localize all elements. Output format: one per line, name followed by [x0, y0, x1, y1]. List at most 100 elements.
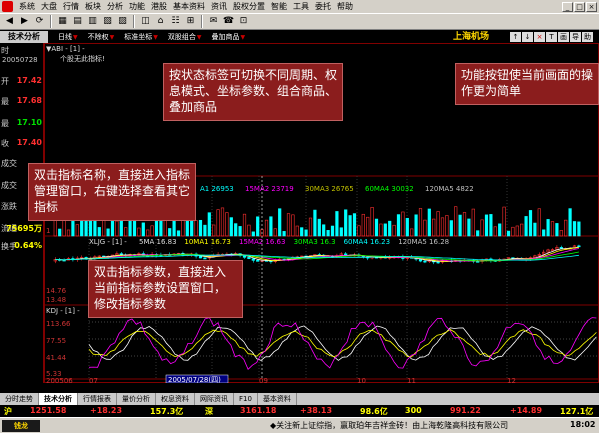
tab-news[interactable]: 网际资讯 — [195, 393, 234, 405]
axis-mode-label: 标准坐标 — [124, 33, 153, 41]
kline-icon[interactable]: ▨ — [116, 15, 129, 28]
mail-icon[interactable]: ✉ — [207, 15, 220, 28]
bottom-tab-bar: 分时走势 技术分析 行情报表 量价分析 权息资料 网际资讯 F10 基本资料 — [0, 393, 599, 405]
close-icon[interactable]: × — [586, 1, 597, 12]
fn-draw-button[interactable]: 画 — [558, 32, 569, 42]
print-icon[interactable]: ⊡ — [237, 15, 250, 28]
tab-rights[interactable]: 权息资料 — [156, 393, 195, 405]
candle-body — [577, 245, 581, 248]
phone-icon[interactable]: ☎ — [222, 15, 235, 28]
minimize-icon[interactable]: _ — [562, 1, 573, 12]
combo-button[interactable]: 双股组合 ▼ — [168, 32, 202, 42]
volume-legend-item: 60MA4 30032 — [365, 185, 414, 193]
rights-mode-button[interactable]: 不除权 ▼ — [88, 32, 115, 42]
volume-bar — [190, 220, 194, 237]
back-icon[interactable]: ◀ — [3, 15, 16, 28]
fn-text-button[interactable]: T — [546, 32, 557, 42]
volume-bar — [515, 225, 519, 237]
menu-item[interactable]: 行情 — [60, 1, 82, 12]
volume-bar — [242, 213, 247, 237]
candle-body — [247, 257, 251, 259]
menu-item[interactable]: 港股 — [148, 1, 170, 12]
volume-bar — [212, 224, 216, 237]
quote-row: 最 17.10 — [0, 118, 44, 129]
menu-item[interactable]: 资讯 — [208, 1, 230, 12]
volume-bar — [493, 226, 497, 237]
overlay-button[interactable]: 叠加商品 ▼ — [212, 32, 246, 42]
forward-icon[interactable]: ▶ — [18, 15, 31, 28]
chevron-down-icon: ▼ — [153, 33, 158, 41]
volume-bar — [379, 223, 383, 237]
volume-bar — [348, 215, 352, 237]
volume-bar — [335, 211, 339, 237]
chart-icon[interactable]: ▧ — [101, 15, 114, 28]
index-value: +38.13 — [300, 406, 333, 415]
x-axis-label: 10 — [357, 377, 366, 383]
quote-label: 涨跌 — [1, 202, 17, 211]
tab-quotes[interactable]: 行情报表 — [78, 393, 117, 405]
price-axis-label: 14.76 — [46, 287, 67, 295]
menu-item[interactable]: 智能 — [268, 1, 290, 12]
callout-indicator-params: 双击指标参数，直接进入当前指标参数设置窗口，修改指标参数 — [88, 260, 243, 318]
window-controls: _ □ × — [562, 1, 599, 12]
status-bar: 钱龙 ◆关注新上证综指，赢取珀年吉祥金砖！由上海乾隆高科技有限公司 18:02 — [0, 417, 599, 433]
menu-item[interactable]: 板块 — [82, 1, 104, 12]
time-row: 时 — [0, 45, 44, 56]
menu-item[interactable]: 分析 — [104, 1, 126, 12]
period-button[interactable]: 日线 ▼ — [58, 32, 78, 42]
grid-icon[interactable]: ▦ — [56, 15, 69, 28]
callout-text: 双击指标名称，直接进入指标管理窗口，右键选择查看其它指标 — [34, 168, 191, 214]
window-icon[interactable]: ◫ — [139, 15, 152, 28]
menu-item[interactable]: 帮助 — [334, 1, 356, 12]
volume-bar — [291, 214, 295, 237]
volume-bar — [304, 229, 308, 237]
index-value: 157.3亿 — [150, 407, 184, 416]
volume-axis-label: 1 — [46, 227, 50, 235]
menu-item[interactable]: 系统 — [16, 1, 38, 12]
combo-label: 双股组合 — [167, 33, 196, 41]
home-icon[interactable]: ⌂ — [154, 15, 167, 28]
news-icon[interactable]: ☷ — [169, 15, 182, 28]
volume-bar — [436, 211, 440, 237]
fn-up-button[interactable]: ↑ — [510, 32, 521, 42]
index-value: 沪 — [4, 407, 12, 416]
volume-bar — [374, 218, 379, 237]
volume-bar — [58, 228, 62, 237]
tab-fundamentals[interactable]: 基本资料 — [258, 393, 297, 405]
restore-icon[interactable]: □ — [574, 1, 585, 12]
fn-close-button[interactable]: × — [534, 32, 545, 42]
menu-item[interactable]: 股权分置 — [230, 1, 268, 12]
volume-bar — [471, 208, 475, 237]
tab-intraday[interactable]: 分时走势 — [0, 393, 39, 405]
volume-bar — [520, 223, 524, 237]
quote-label: 成交 — [1, 159, 17, 168]
volume-legend-item: 15MA2 23719 — [245, 185, 294, 193]
fn-guide-button[interactable]: 导 — [570, 32, 581, 42]
menu-item[interactable]: 功能 — [126, 1, 148, 12]
menu-item[interactable]: 大盘 — [38, 1, 60, 12]
volume-bar — [418, 208, 423, 237]
menu-item[interactable]: 基本资料 — [170, 1, 208, 12]
fn-down-button[interactable]: ↓ — [522, 32, 533, 42]
kdj-axis-label: 41.44 — [46, 354, 67, 362]
tab-f10[interactable]: F10 — [234, 393, 258, 405]
menu-item[interactable]: 工具 — [290, 1, 312, 12]
volume-bar — [528, 210, 533, 237]
refresh-icon[interactable]: ⟳ — [33, 15, 46, 28]
volume-bar — [361, 213, 365, 237]
tab-volume-price[interactable]: 量价分析 — [117, 393, 156, 405]
fn-help-button[interactable]: 助 — [582, 32, 593, 42]
menu-item[interactable]: 委托 — [312, 1, 334, 12]
tab-technical[interactable]: 技术分析 — [39, 393, 78, 405]
volume-bar — [537, 208, 541, 237]
table-icon[interactable]: ▥ — [86, 15, 99, 28]
candle-body — [436, 261, 440, 264]
tab-technical-analysis[interactable]: 技术分析 — [0, 31, 48, 43]
axis-mode-button[interactable]: 标准坐标 ▼ — [124, 32, 158, 42]
layout-icon[interactable]: ⊞ — [184, 15, 197, 28]
volume-bar — [550, 221, 555, 237]
kdj-line — [88, 329, 597, 358]
volume-legend-item: 120MA5 4822 — [425, 185, 474, 193]
volume-bar — [286, 213, 291, 237]
list-icon[interactable]: ▤ — [71, 15, 84, 28]
